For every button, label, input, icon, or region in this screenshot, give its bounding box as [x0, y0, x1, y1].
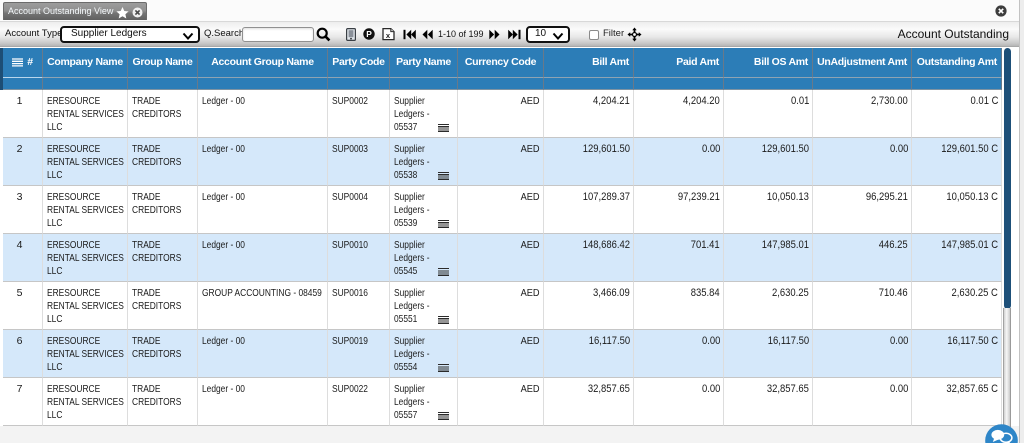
- svg-text:P: P: [366, 29, 372, 39]
